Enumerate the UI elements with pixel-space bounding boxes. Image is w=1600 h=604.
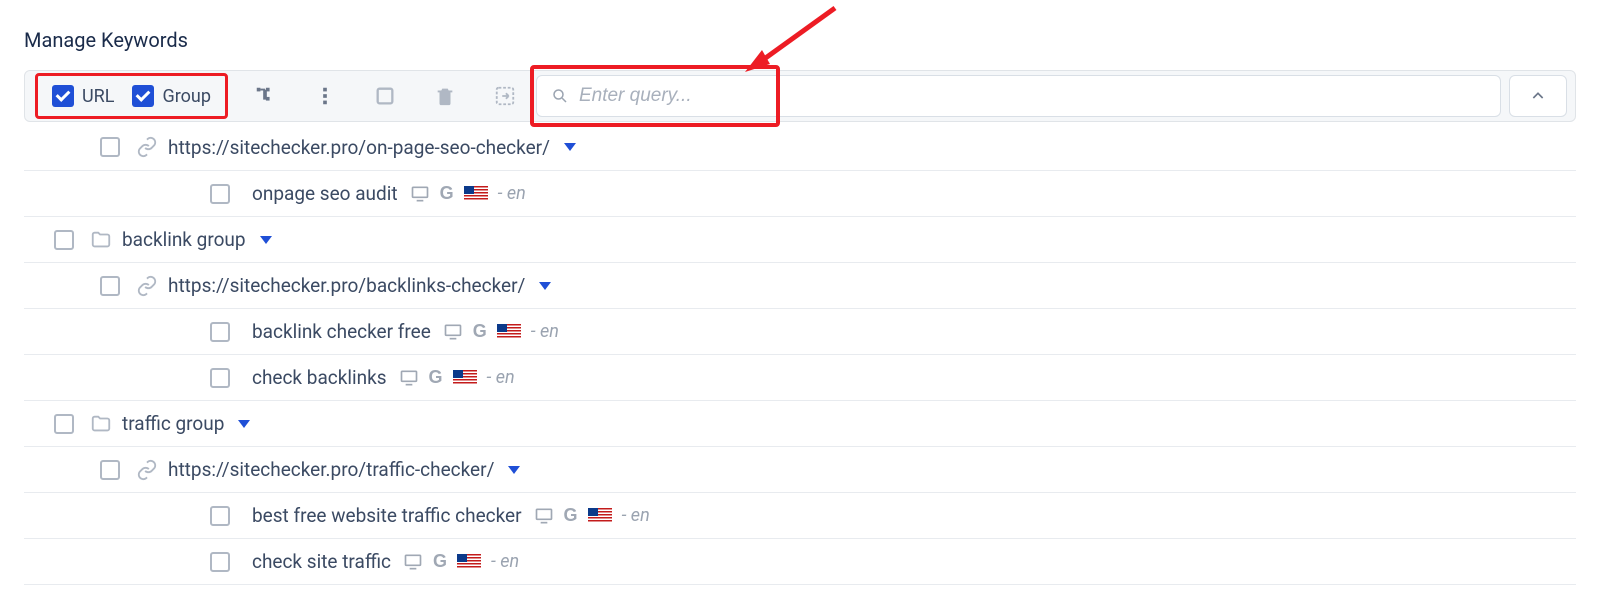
checkbox-checked-icon bbox=[132, 85, 154, 107]
row-checkbox[interactable] bbox=[100, 460, 120, 480]
keyword-row[interactable]: backlink checker free G - en bbox=[24, 308, 1576, 354]
expand-caret-icon[interactable] bbox=[238, 420, 250, 428]
flag-us-icon bbox=[497, 324, 521, 339]
url-text: https://sitechecker.pro/traffic-checker/ bbox=[168, 458, 494, 481]
keyword-row[interactable]: check backlinks G - en bbox=[24, 354, 1576, 400]
lang-label: - en bbox=[622, 505, 650, 526]
link-icon bbox=[134, 275, 160, 297]
keyword-row[interactable]: best free website traffic checker G - en bbox=[24, 492, 1576, 538]
google-icon: G bbox=[473, 321, 487, 342]
more-vertical-icon[interactable] bbox=[314, 85, 336, 107]
group-name: backlink group bbox=[122, 228, 246, 251]
group-name: traffic group bbox=[122, 412, 224, 435]
row-checkbox[interactable] bbox=[210, 506, 230, 526]
filter-highlight-box: URL Group bbox=[35, 73, 228, 119]
lang-label: - en bbox=[487, 367, 515, 388]
link-icon bbox=[134, 459, 160, 481]
flag-us-icon bbox=[457, 554, 481, 569]
url-row[interactable]: https://sitechecker.pro/traffic-checker/ bbox=[24, 446, 1576, 492]
lang-label: - en bbox=[491, 551, 519, 572]
tree-view-icon[interactable] bbox=[254, 85, 276, 107]
keyword-row[interactable]: check site traffic G - en bbox=[24, 538, 1576, 584]
lang-label: - en bbox=[498, 183, 526, 204]
desktop-icon bbox=[403, 552, 423, 572]
keyword-meta: G - en bbox=[410, 183, 526, 204]
filter-url-checkbox[interactable]: URL bbox=[52, 85, 114, 107]
google-icon: G bbox=[564, 505, 578, 526]
desktop-icon bbox=[399, 368, 419, 388]
flag-us-icon bbox=[453, 370, 477, 385]
link-icon bbox=[134, 136, 160, 158]
checkbox-checked-icon bbox=[52, 85, 74, 107]
keyword-meta: G - en bbox=[534, 505, 650, 526]
row-checkbox[interactable] bbox=[210, 368, 230, 388]
search-input[interactable] bbox=[579, 85, 1486, 107]
keyword-tree: https://sitechecker.pro/on-page-seo-chec… bbox=[24, 124, 1576, 585]
collapse-toggle[interactable] bbox=[1509, 75, 1567, 117]
row-checkbox[interactable] bbox=[210, 552, 230, 572]
row-checkbox[interactable] bbox=[210, 184, 230, 204]
move-icon[interactable] bbox=[494, 85, 516, 107]
keyword-meta: G - en bbox=[403, 551, 519, 572]
keyword-text: onpage seo audit bbox=[252, 182, 398, 205]
folder-icon bbox=[88, 229, 114, 251]
flag-us-icon bbox=[464, 186, 488, 201]
chevron-up-icon bbox=[1530, 88, 1546, 104]
keyword-text: check site traffic bbox=[252, 550, 391, 573]
row-checkbox[interactable] bbox=[54, 414, 74, 434]
toolbar-icons bbox=[238, 85, 516, 107]
url-text: https://sitechecker.pro/on-page-seo-chec… bbox=[168, 136, 550, 159]
google-icon: G bbox=[429, 367, 443, 388]
select-all-icon[interactable] bbox=[374, 85, 396, 107]
keyword-text: best free website traffic checker bbox=[252, 504, 522, 527]
keyword-text: check backlinks bbox=[252, 366, 387, 389]
google-icon: G bbox=[440, 183, 454, 204]
filter-url-label: URL bbox=[82, 86, 114, 107]
keyword-meta: G - en bbox=[399, 367, 515, 388]
group-row[interactable]: traffic group bbox=[24, 400, 1576, 446]
row-checkbox[interactable] bbox=[210, 322, 230, 342]
expand-caret-icon[interactable] bbox=[564, 143, 576, 151]
keyword-text: backlink checker free bbox=[252, 320, 431, 343]
row-checkbox[interactable] bbox=[100, 137, 120, 157]
url-row[interactable]: https://sitechecker.pro/backlinks-checke… bbox=[24, 262, 1576, 308]
filter-group-checkbox[interactable]: Group bbox=[132, 85, 210, 107]
row-checkbox[interactable] bbox=[54, 230, 74, 250]
search-field[interactable] bbox=[536, 75, 1501, 117]
group-row[interactable]: backlink group bbox=[24, 216, 1576, 262]
search-icon bbox=[551, 87, 569, 105]
lang-label: - en bbox=[531, 321, 559, 342]
page-title: Manage Keywords bbox=[0, 0, 1600, 70]
keyword-row[interactable]: onpage seo audit G - en bbox=[24, 170, 1576, 216]
row-checkbox[interactable] bbox=[100, 276, 120, 296]
url-row[interactable]: https://sitechecker.pro/on-page-seo-chec… bbox=[24, 124, 1576, 170]
expand-caret-icon[interactable] bbox=[539, 282, 551, 290]
expand-caret-icon[interactable] bbox=[260, 236, 272, 244]
desktop-icon bbox=[443, 322, 463, 342]
filter-group-label: Group bbox=[162, 86, 210, 107]
toolbar: URL Group bbox=[24, 70, 1576, 122]
desktop-icon bbox=[534, 506, 554, 526]
url-text: https://sitechecker.pro/backlinks-checke… bbox=[168, 274, 525, 297]
flag-us-icon bbox=[588, 508, 612, 523]
keyword-meta: G - en bbox=[443, 321, 559, 342]
google-icon: G bbox=[433, 551, 447, 572]
folder-icon bbox=[88, 413, 114, 435]
expand-caret-icon[interactable] bbox=[508, 466, 520, 474]
trash-icon[interactable] bbox=[434, 85, 456, 107]
desktop-icon bbox=[410, 184, 430, 204]
